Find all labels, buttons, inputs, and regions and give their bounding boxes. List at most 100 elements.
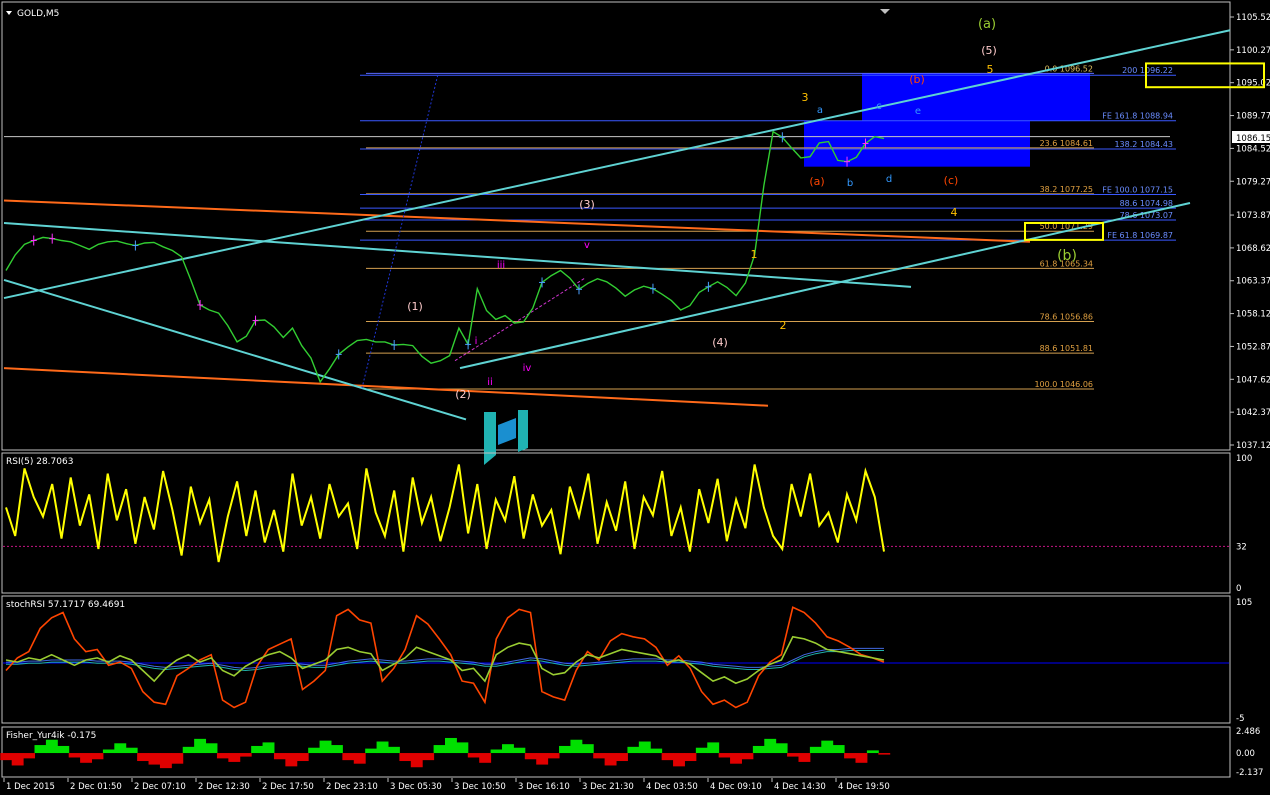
wave-label: (c) — [944, 174, 959, 187]
wave-label: b — [847, 178, 853, 189]
fisher-bar — [684, 753, 697, 762]
fisher-bar — [376, 741, 389, 754]
stochrsi-panel-title: stochRSI 57.1717 69.4691 — [6, 600, 125, 610]
fisher-bar — [296, 753, 309, 762]
fisher-bar — [34, 745, 47, 754]
logo-right-bar — [518, 410, 528, 452]
fib-level-label: 23.6 1084.61 — [1040, 139, 1093, 148]
fe-level-label: 138.2 1084.43 — [1114, 140, 1173, 149]
wave-label: e — [915, 106, 921, 117]
fisher-bar — [445, 737, 457, 754]
time-tick-label: 2 Dec 12:30 — [198, 782, 250, 792]
fisher-bar — [581, 744, 594, 754]
fisher-bar — [490, 749, 503, 754]
fisher-bar — [114, 743, 127, 754]
time-tick-label: 4 Dec 03:50 — [646, 782, 698, 792]
fisher-bar — [878, 753, 891, 755]
fisher-bar — [262, 742, 275, 754]
fisher-bar — [456, 742, 469, 754]
fib-level-label: 100.0 1046.06 — [1034, 380, 1093, 389]
price-y-tick-label: 1105.52 — [1236, 13, 1270, 23]
trading-chart: GOLD,M5 1105.521100.271095.021089.771084… — [0, 0, 1270, 795]
wave-label: (2) — [455, 388, 471, 401]
price-y-tick-label: 1052.87 — [1236, 342, 1270, 352]
wave-label: ii — [487, 377, 493, 388]
fisher-bar — [205, 743, 218, 754]
fisher-bar — [502, 744, 514, 754]
wave-label: v — [584, 240, 590, 251]
time-tick-label: 3 Dec 10:50 — [454, 782, 506, 792]
wave-label: 5 — [987, 63, 994, 76]
fisher-bar — [194, 738, 207, 754]
fisher-bar — [387, 746, 400, 754]
fisher-bar — [410, 753, 423, 768]
wave-label: 1 — [751, 248, 758, 261]
current-price-label: 1086.15 — [1236, 134, 1270, 144]
fisher-bar — [285, 753, 298, 767]
price-y-tick-label: 1068.62 — [1236, 244, 1270, 254]
time-tick-label: 2 Dec 01:50 — [70, 782, 122, 792]
fisher-bar — [422, 753, 435, 761]
fe-level-label: FE 61.8 1069.87 — [1107, 231, 1173, 240]
wave-label: i — [475, 336, 478, 347]
fisher-bar — [752, 745, 765, 754]
fisher-bar — [844, 753, 856, 759]
fisher-bar — [365, 748, 378, 754]
rsi-y-tick-label: 100 — [1236, 454, 1252, 464]
price-y-tick-label: 1047.62 — [1236, 375, 1270, 385]
stochrsi-y-tick-label: -5 — [1236, 714, 1244, 724]
fisher-bar — [513, 747, 526, 754]
fisher-bar — [775, 743, 788, 754]
fisher-bar — [730, 753, 742, 764]
fisher-bar — [68, 753, 81, 758]
fisher-bar — [604, 753, 617, 766]
fisher-bar — [650, 748, 663, 754]
fib-level-label: 78.6 1056.86 — [1040, 312, 1093, 321]
fisher-bar — [638, 741, 651, 754]
fisher-bar — [342, 753, 355, 761]
fisher-bar — [673, 753, 685, 767]
fisher-y-tick-label: 0.00 — [1236, 749, 1255, 759]
fisher-bar — [23, 753, 36, 759]
fib-level-label: 38.2 1077.25 — [1040, 185, 1093, 194]
time-tick-label: 3 Dec 05:30 — [390, 782, 442, 792]
fisher-bar — [0, 753, 13, 761]
fisher-bar — [216, 753, 229, 759]
fisher-bar — [182, 746, 195, 754]
fisher-bar — [251, 745, 264, 754]
price-y-tick-label: 1079.27 — [1236, 177, 1270, 187]
price-y-tick-label: 1084.52 — [1236, 144, 1270, 154]
time-tick-label: 2 Dec 23:10 — [326, 782, 378, 792]
fisher-bar — [308, 747, 321, 754]
fisher-bar — [570, 739, 583, 754]
rsi-panel-title: RSI(5) 28.7063 — [6, 457, 73, 467]
fisher-bar — [11, 753, 24, 766]
fisher-bar — [57, 745, 70, 754]
fisher-bar — [866, 750, 879, 754]
fisher-bar — [855, 753, 868, 763]
wave-label: (3) — [579, 198, 595, 211]
price-y-tick-label: 1042.37 — [1236, 408, 1270, 418]
fe-level-label: 200 1096.22 — [1122, 66, 1173, 75]
price-y-tick-label: 1089.77 — [1236, 112, 1270, 122]
price-y-tick-label: 1063.37 — [1236, 277, 1270, 287]
wave-label: c — [876, 101, 882, 112]
fisher-bar — [171, 753, 184, 764]
fisher-bar — [319, 740, 332, 754]
fisher-bar — [718, 753, 731, 758]
stochrsi-y-tick-label: 105 — [1236, 598, 1252, 608]
price-y-tick-label: 1073.87 — [1236, 211, 1270, 221]
time-tick-label: 1 Dec 2015 — [6, 782, 55, 792]
fisher-bar — [821, 740, 834, 754]
time-tick-label: 2 Dec 17:50 — [262, 782, 314, 792]
fisher-bar — [80, 753, 93, 763]
wave-label: (b) — [909, 73, 925, 86]
target-zone-upper — [862, 73, 1090, 121]
time-tick-label: 2 Dec 07:10 — [134, 782, 186, 792]
time-tick-label: 4 Dec 19:50 — [838, 782, 890, 792]
fisher-bar — [125, 747, 138, 754]
wave-label: (4) — [712, 336, 728, 349]
fisher-bar — [148, 753, 161, 765]
fisher-bar — [102, 749, 115, 754]
wave-label: d — [886, 174, 892, 185]
